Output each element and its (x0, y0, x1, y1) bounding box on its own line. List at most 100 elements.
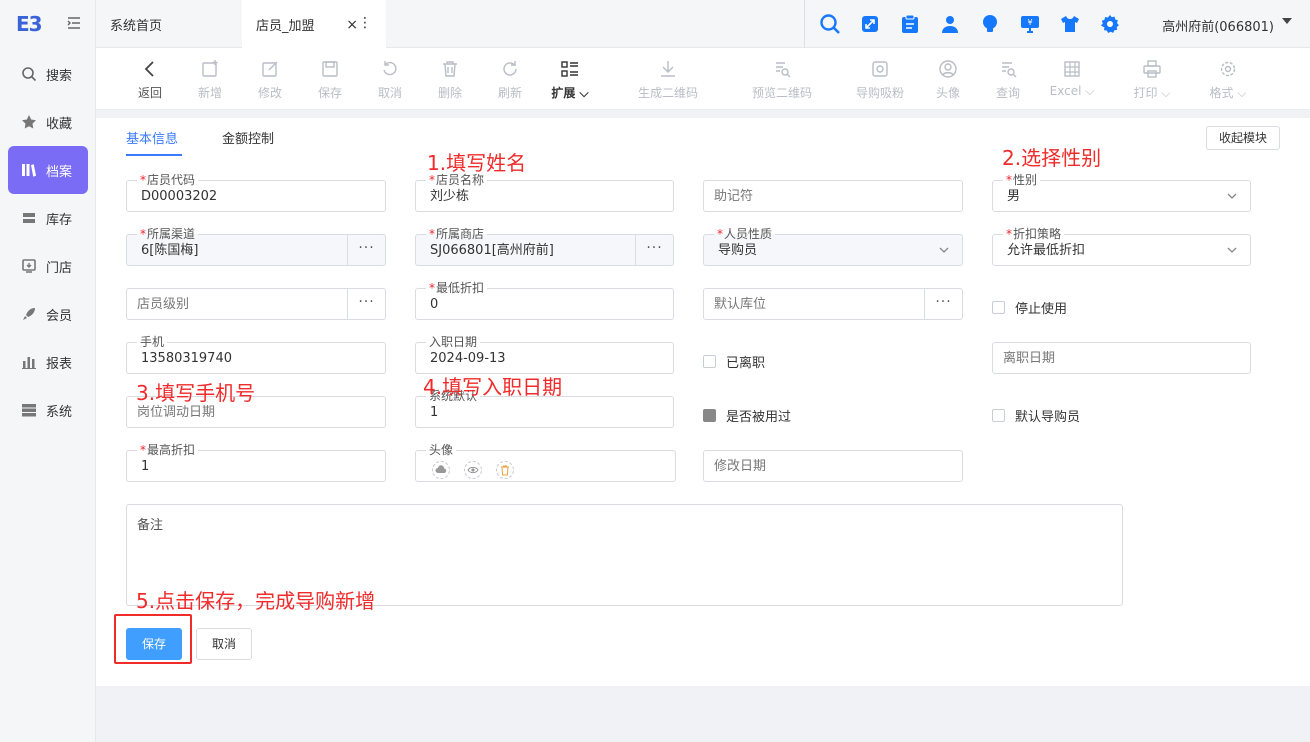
chevron-down-icon (1227, 247, 1237, 253)
staff-level-field[interactable]: 店员级别 ··· (126, 288, 386, 320)
sidebar-item-inventory[interactable]: 库存 (8, 194, 88, 242)
default-warehouse-lookup-button[interactable]: ··· (924, 289, 962, 319)
format-menu-button[interactable]: 格式 ⌵ (1198, 58, 1258, 101)
menu-collapse-icon[interactable] (66, 15, 82, 31)
checkbox-box[interactable] (703, 409, 716, 422)
default-guide-checkbox[interactable]: 默认导购员 (992, 406, 1080, 425)
global-search-icon[interactable] (818, 12, 842, 36)
back-button[interactable]: 返回 (120, 58, 180, 101)
extend-label: 扩展 (551, 86, 576, 100)
extend-menu-button[interactable]: 扩展 ⌵ (540, 58, 600, 101)
printer-icon (1122, 58, 1182, 80)
resigned-label: 已离职 (726, 356, 766, 371)
min-discount-label: 最低折扣 (436, 281, 485, 295)
top-bar: 系统首页 店员_加盟 × ⋮ ¥ 高州府前(066801) (96, 0, 1310, 48)
hire-date-field[interactable]: 入职日期 2024-09-13 (415, 335, 674, 374)
cancel-button[interactable]: 取消 (196, 628, 252, 660)
format-label: 格式 (1209, 86, 1234, 100)
annotation-step-1: 1.填写姓名 (427, 151, 527, 175)
stop-use-checkbox[interactable]: 停止使用 (992, 298, 1067, 317)
system-default-field[interactable]: 系统默认 1 (415, 389, 674, 428)
mnemonic-placeholder: 助记符 (714, 189, 754, 204)
gear-icon[interactable] (1098, 12, 1122, 36)
max-discount-field[interactable]: *最高折扣 1 (126, 443, 386, 482)
print-menu-button[interactable]: 打印 ⌵ (1122, 58, 1182, 101)
channel-field[interactable]: *所属渠道 6[陈国梅] ··· (126, 227, 386, 266)
qrcode-scan-icon (848, 58, 912, 80)
delete-button[interactable]: 删除 (420, 58, 480, 101)
sidebar-item-label: 搜索 (46, 68, 73, 84)
default-warehouse-field[interactable]: 默认库位 ··· (703, 288, 963, 320)
cancel-tool-button[interactable]: 取消 (360, 58, 420, 101)
avatar-tool-button[interactable]: 头像 (918, 58, 978, 101)
close-icon[interactable]: × (346, 17, 358, 33)
sidebar-item-report[interactable]: 报表 (8, 338, 88, 386)
print-label: 打印 (1133, 86, 1158, 100)
shop-label: 所属商店 (436, 227, 485, 241)
tshirt-icon[interactable] (1058, 12, 1082, 36)
sidebar-item-archive[interactable]: 档案 (8, 146, 88, 194)
edit-icon (240, 58, 300, 80)
staff-code-label: 店员代码 (147, 173, 196, 187)
sidebar-item-member[interactable]: 会员 (8, 290, 88, 338)
save-tool-button[interactable]: 保存 (300, 58, 360, 101)
channel-lookup-button[interactable]: ··· (347, 235, 385, 265)
collapse-module-button[interactable]: 收起模块 (1206, 126, 1280, 150)
header-icon-bar: ¥ (818, 12, 1138, 36)
used-checkbox[interactable]: 是否被用过 (703, 406, 791, 425)
fullscreen-icon[interactable] (858, 12, 882, 36)
gender-value: 男 (1007, 189, 1021, 204)
resign-date-field[interactable]: 离职日期 (992, 342, 1251, 374)
tab-amount-control[interactable]: 金额控制 (222, 128, 274, 147)
staff-level-lookup-button[interactable]: ··· (347, 289, 385, 319)
sidebar-item-store[interactable]: 门店 (8, 242, 88, 290)
shop-field[interactable]: *所属商店 SJ066801[高州府前] ··· (415, 227, 674, 266)
preview-qr-button[interactable]: 预览二维码 (750, 58, 814, 101)
guide-fans-button[interactable]: 导购吸粉 (848, 58, 912, 101)
new-doc-icon (180, 58, 240, 80)
trash-icon (420, 58, 480, 80)
guide-fans-label: 导购吸粉 (855, 86, 904, 100)
sidebar-item-search[interactable]: 搜索 (8, 50, 88, 98)
sidebar-item-system[interactable]: 系统 (8, 386, 88, 434)
excel-menu-button[interactable]: Excel ⌵ (1042, 58, 1102, 99)
new-label: 新增 (197, 86, 222, 100)
tab-basic-info[interactable]: 基本信息 (126, 128, 178, 147)
gender-select[interactable]: *性别 男 (992, 173, 1251, 212)
cashier-icon[interactable]: ¥ (1018, 12, 1042, 36)
min-discount-field[interactable]: *最低折扣 0 (415, 281, 674, 320)
sidebar-item-favorites[interactable]: 收藏 (8, 98, 88, 146)
tab-staff-franchise[interactable]: 店员_加盟 × ⋮ (242, 0, 386, 48)
checkbox-box[interactable] (992, 301, 1005, 314)
checkbox-box[interactable] (703, 355, 716, 368)
edit-button[interactable]: 修改 (240, 58, 300, 101)
lightbulb-icon[interactable] (978, 12, 1002, 36)
sidebar-item-label: 门店 (46, 260, 73, 276)
checkbox-box[interactable] (992, 409, 1005, 422)
upload-icon[interactable] (432, 461, 450, 479)
discount-strategy-value: 允许最低折扣 (1007, 243, 1086, 258)
phone-field[interactable]: 手机 13580319740 (126, 335, 386, 374)
person-type-select[interactable]: *人员性质 导购员 (703, 227, 963, 266)
store-selector[interactable]: 高州府前(066801) (1162, 16, 1274, 35)
refresh-button[interactable]: 刷新 (480, 58, 540, 101)
new-button[interactable]: 新增 (180, 58, 240, 101)
modify-date-field[interactable]: 修改日期 (703, 450, 963, 482)
mnemonic-field[interactable]: 助记符 (703, 180, 963, 212)
trash-icon[interactable] (496, 461, 514, 479)
user-icon[interactable] (938, 12, 962, 36)
staff-code-field[interactable]: *店员代码 D00003202 (126, 173, 386, 212)
staff-level-placeholder: 店员级别 (137, 297, 190, 312)
eye-icon[interactable] (464, 461, 482, 479)
more-icon[interactable]: ⋮ (358, 15, 372, 31)
caret-down-icon[interactable] (1282, 18, 1292, 24)
shop-lookup-button[interactable]: ··· (635, 235, 673, 265)
tab-home[interactable]: 系统首页 (110, 0, 162, 48)
generate-qr-button[interactable]: 生成二维码 (636, 58, 700, 101)
resigned-checkbox[interactable]: 已离职 (703, 352, 765, 371)
default-guide-label: 默认导购员 (1015, 410, 1081, 425)
staff-name-field[interactable]: *店员名称 刘少栋 (415, 173, 674, 212)
discount-strategy-select[interactable]: *折扣策略 允许最低折扣 (992, 227, 1251, 266)
query-button[interactable]: 查询 (978, 58, 1038, 101)
clipboard-icon[interactable] (898, 12, 922, 36)
